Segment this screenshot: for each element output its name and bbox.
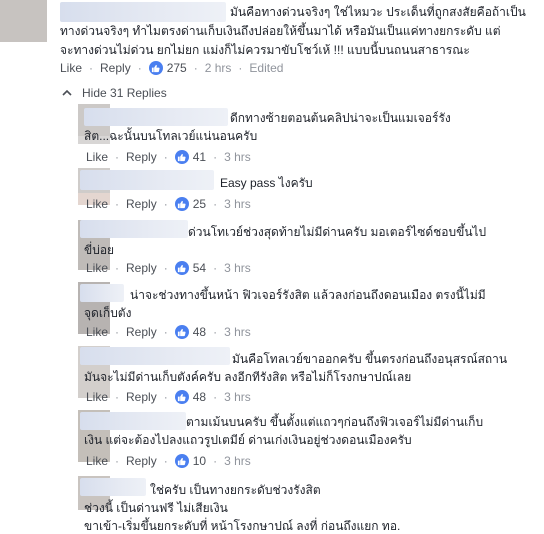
reply-reply-link[interactable]: Reply xyxy=(126,325,157,339)
reply-like-link[interactable]: Like xyxy=(86,390,108,404)
reply-timestamp[interactable]: 3 hrs xyxy=(224,197,251,211)
reply-text-line: มันคือโทลเวย์ขาออกครับ ขึ้นตรงก่อนถึงอนุ… xyxy=(232,352,508,366)
reply-like-link[interactable]: Like xyxy=(86,197,108,211)
reply-text-line: ช่วงนี้ เป็นด่านฟรี ไม่เสียเงิน xyxy=(84,501,228,515)
reply-reply-link[interactable]: Reply xyxy=(126,197,157,211)
reply-timestamp[interactable]: 3 hrs xyxy=(224,150,251,164)
reply-text-line: เงิน แต่จะต้องไปลงแถวรูปเตมีย์ ด่านเก่งเ… xyxy=(84,433,412,447)
reply-reply-link[interactable]: Reply xyxy=(126,390,157,404)
main-comment-like-link[interactable]: Like xyxy=(60,61,82,75)
reply-text-line: ด่วนโทเวย์ช่วงสุดท้ายไม่มีด่านครับ มอเตอ… xyxy=(188,225,487,239)
reply-text-line: น่าจะช่วงทางขึ้นหน้า ฟิวเจอร์รังสิต แล้ว… xyxy=(130,288,486,302)
main-comment-actions: Like · Reply · 275 · 2 hrs · Edited xyxy=(60,61,284,75)
main-comment-text-line-3: จะทางด่วนไม่ด่วน ยกไม่ยก แม่งก็ไม่ควรมาข… xyxy=(60,43,470,57)
hide-replies-toggle[interactable]: Hide 31 Replies xyxy=(60,84,167,102)
reply-text-line: ขี่บ่อย xyxy=(84,243,115,257)
reply-actions: Like · Reply · 41 · 3 hrs xyxy=(86,150,251,164)
reply-like-count[interactable]: 25 xyxy=(193,197,206,211)
reply-text-line: ใช่ครับ เป็นทางยกระดับช่วงรังสิต xyxy=(150,483,321,497)
reply-text-line: ตามเม้นบนครับ ขึ้นตั้งแต่แถวๆก่อนถึงฟิวเ… xyxy=(186,415,484,429)
reply-like-link[interactable]: Like xyxy=(86,261,108,275)
hide-replies-label: Hide 31 Replies xyxy=(82,86,167,100)
thumbs-up-icon xyxy=(174,325,189,339)
thumbs-up-icon xyxy=(174,197,189,211)
reply-like-count[interactable]: 48 xyxy=(193,390,206,404)
reply-like-count[interactable]: 41 xyxy=(193,150,206,164)
reply-text-line: สิต...ฉะนั้นบนโทลเวย์แน่นอนครับ xyxy=(84,129,258,143)
reply-actions: Like · Reply · 10 · 3 hrs xyxy=(86,454,251,468)
thumbs-up-icon xyxy=(174,390,189,404)
thumbs-up-icon xyxy=(174,150,189,164)
reply-timestamp[interactable]: 3 hrs xyxy=(224,325,251,339)
chevron-up-icon xyxy=(62,89,72,96)
reply-actions: Like · Reply · 54 · 3 hrs xyxy=(86,261,251,275)
reply-like-link[interactable]: Like xyxy=(86,325,108,339)
reply-reply-link[interactable]: Reply xyxy=(126,150,157,164)
reply-like-link[interactable]: Like xyxy=(86,454,108,468)
reply-text-line: จุดเก็บตัง xyxy=(84,306,132,320)
reply-actions: Like · Reply · 25 · 3 hrs xyxy=(86,197,251,211)
reply-text-line: ขาเข้า-เริ่มขึ้นยกระดับที่ หน้าโรงกษาปณ์… xyxy=(84,519,401,533)
main-comment-like-count[interactable]: 275 xyxy=(167,61,187,75)
reply-text-line: Easy pass ไงครับ xyxy=(220,176,313,190)
reply-like-count[interactable]: 10 xyxy=(193,454,206,468)
reply-text-line: ดีกทางซ้ายตอนต้นคลิปน่าจะเป็นแมเจอร์รัง xyxy=(230,111,451,125)
reply-reply-link[interactable]: Reply xyxy=(126,261,157,275)
reply-actions: Like · Reply · 48 · 3 hrs xyxy=(86,390,251,404)
main-comment-avatar[interactable] xyxy=(0,0,47,42)
main-comment-edited-label[interactable]: Edited xyxy=(249,61,283,75)
thumbs-up-icon xyxy=(174,261,189,275)
reply-like-link[interactable]: Like xyxy=(86,150,108,164)
reply-reply-link[interactable]: Reply xyxy=(126,454,157,468)
reply-text-line: มันจะไม่มีด่านเก็บตังค์ครับ ลงอีกทีรังสิ… xyxy=(84,370,412,384)
reply-like-count[interactable]: 54 xyxy=(193,261,206,275)
thumbs-up-icon xyxy=(174,454,189,468)
main-comment-text-line-1: มันคือทางด่วนจริงๆ ใช่ไหมวะ ประเด็นที่ถู… xyxy=(230,5,526,19)
reply-actions: Like · Reply · 48 · 3 hrs xyxy=(86,325,251,339)
reply-like-count[interactable]: 48 xyxy=(193,325,206,339)
thumbs-up-icon xyxy=(148,61,163,75)
main-comment-reply-link[interactable]: Reply xyxy=(100,61,131,75)
reply-timestamp[interactable]: 3 hrs xyxy=(224,454,251,468)
main-comment-timestamp[interactable]: 2 hrs xyxy=(205,61,232,75)
reply-timestamp[interactable]: 3 hrs xyxy=(224,261,251,275)
main-comment-text-line-2: ทางด่วนจริงๆ ทำไมตรงด่านเก็บเงินถึงปล่อย… xyxy=(60,24,501,38)
reply-timestamp[interactable]: 3 hrs xyxy=(224,390,251,404)
